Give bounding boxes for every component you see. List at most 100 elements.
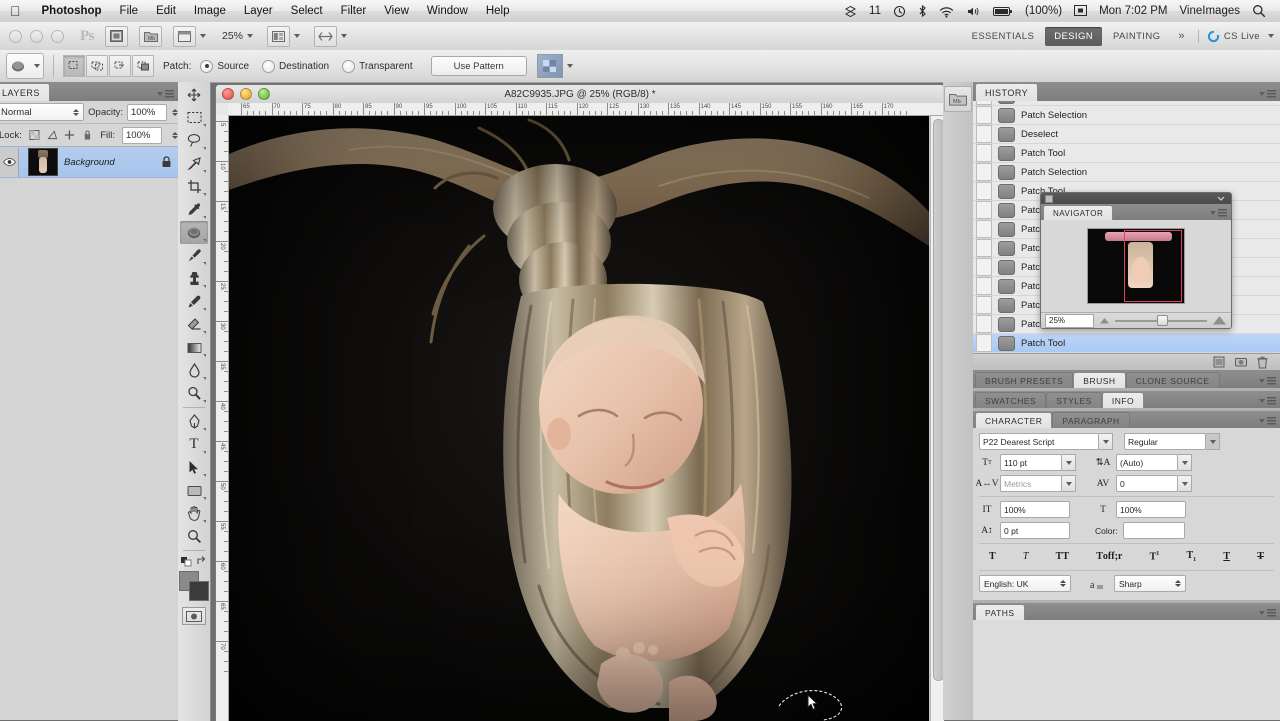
menu-image[interactable]: Image (185, 0, 235, 22)
kerning-field[interactable]: Metrics (1000, 475, 1062, 492)
tool-blur-tool[interactable] (180, 359, 208, 382)
tool-dodge-tool[interactable] (180, 382, 208, 405)
tab-paths[interactable]: PATHS (975, 604, 1025, 620)
bluetooth-icon[interactable] (912, 4, 933, 18)
menu-window[interactable]: Window (418, 0, 477, 22)
canvas-vertical-scrollbar[interactable] (930, 116, 944, 721)
navigator-zoom-slider[interactable] (1115, 315, 1207, 327)
tool-crop-tool[interactable] (180, 175, 208, 198)
language-select[interactable]: English: UK (979, 575, 1071, 592)
history-snapshot-checkbox[interactable] (976, 106, 992, 124)
checkbox-transparent[interactable] (342, 60, 355, 73)
opacity-stepper-icon[interactable] (169, 109, 178, 116)
tool-pen-tool[interactable] (180, 410, 208, 433)
history-snapshot-checkbox[interactable] (976, 334, 992, 352)
kerning-chevron-down-icon[interactable] (1062, 475, 1076, 492)
close-button[interactable] (9, 30, 22, 43)
history-snapshot-checkbox[interactable] (976, 182, 992, 200)
lock-transparency-icon[interactable] (29, 129, 40, 141)
patch-tool-icon[interactable] (6, 53, 44, 79)
zoom-in-icon[interactable] (1212, 315, 1227, 326)
antialias-select[interactable]: Sharp (1114, 575, 1186, 592)
new-snapshot-icon[interactable] (1235, 356, 1247, 368)
battery-icon[interactable] (987, 6, 1019, 17)
character-panel-menu-icon[interactable] (1255, 417, 1276, 425)
tool-hand-tool[interactable] (180, 502, 208, 525)
image-canvas[interactable] (229, 116, 929, 721)
brush-panel-menu-icon[interactable] (1255, 377, 1276, 385)
add-to-selection-icon[interactable] (86, 55, 108, 77)
tracking-chevron-down-icon[interactable] (1178, 475, 1192, 492)
strikethrough-icon[interactable]: T (1257, 551, 1264, 562)
document-title-bar[interactable]: A82C9935.JPG @ 25% (RGB/8) * (216, 85, 944, 104)
layer-name[interactable]: Background (64, 157, 115, 168)
blend-mode-stepper-icon[interactable] (70, 109, 79, 116)
menu-layer[interactable]: Layer (235, 0, 282, 22)
workspace-essentials[interactable]: ESSENTIALS (963, 27, 1044, 46)
view-extras-icon[interactable] (173, 26, 196, 47)
tab-history[interactable]: HISTORY (975, 83, 1038, 101)
zoom-chevron-down-icon[interactable] (247, 34, 253, 38)
new-selection-icon[interactable] (63, 55, 85, 77)
color-swatches[interactable] (179, 571, 209, 601)
tool-rectangular-marquee-tool[interactable] (180, 106, 208, 129)
layer-visibility-toggle[interactable] (0, 148, 19, 177)
arrange-documents-icon[interactable] (314, 26, 337, 47)
font-family-field[interactable]: P22 Dearest Script (979, 433, 1099, 450)
patch-destination-radio[interactable]: Destination (262, 60, 329, 73)
history-panel-menu-icon[interactable] (1255, 90, 1276, 98)
menu-filter[interactable]: Filter (332, 0, 376, 22)
fill-stepper-icon[interactable] (169, 132, 178, 139)
history-snapshot-checkbox[interactable] (976, 163, 992, 181)
language-stepper-icon[interactable] (1056, 580, 1066, 587)
history-snapshot-checkbox[interactable] (976, 315, 992, 333)
radio-dot-destination[interactable] (262, 60, 275, 73)
history-state-row[interactable]: Patch Tool (973, 144, 1280, 163)
tab-swatches[interactable]: SWATCHES (975, 392, 1046, 408)
navigator-title-bar[interactable] (1041, 193, 1231, 204)
tool-horizontal-type-tool[interactable]: T (180, 433, 208, 456)
menu-help[interactable]: Help (477, 0, 519, 22)
dropbox-icon[interactable] (838, 5, 863, 18)
menu-view[interactable]: View (375, 0, 418, 22)
info-panel-menu-icon[interactable] (1255, 397, 1276, 405)
cs-live-button[interactable]: CS Live (1198, 30, 1274, 43)
history-state-row[interactable]: Patch Tool (973, 334, 1280, 353)
wifi-icon[interactable] (933, 5, 960, 18)
patch-source-radio[interactable]: Source (200, 60, 249, 73)
paths-panel-body[interactable] (973, 620, 1280, 720)
tool-gradient-tool[interactable] (180, 336, 208, 359)
lock-image-icon[interactable] (47, 129, 58, 141)
background-color-swatch[interactable] (189, 581, 209, 601)
menu-edit[interactable]: Edit (147, 0, 185, 22)
user-name[interactable]: VineImages (1173, 5, 1246, 17)
use-pattern-button[interactable]: Use Pattern (431, 56, 527, 76)
tab-brush-presets[interactable]: BRUSH PRESETS (975, 372, 1073, 388)
menu-photoshop[interactable]: Photoshop (33, 0, 111, 22)
opacity-field[interactable]: 100% (127, 104, 167, 121)
navigator-panel-menu-icon[interactable] (1206, 209, 1227, 217)
small-caps-icon[interactable]: Toff;r (1096, 551, 1122, 562)
font-style-chevron-down-icon[interactable] (1206, 433, 1220, 450)
workspace-design[interactable]: DESIGN (1045, 27, 1102, 46)
history-state-row[interactable]: Patch Selection (973, 106, 1280, 125)
leading-chevron-down-icon[interactable] (1178, 454, 1192, 471)
arrange-chevron-down-icon[interactable] (341, 34, 347, 38)
zoom-button[interactable] (51, 30, 64, 43)
tool-move-tool[interactable] (180, 83, 208, 106)
fill-field[interactable]: 100% (122, 127, 162, 144)
tool-path-selection-tool[interactable] (180, 456, 208, 479)
layers-panel-menu-icon[interactable] (153, 90, 174, 98)
tab-layers[interactable]: LAYERS (0, 83, 50, 101)
tab-brush[interactable]: BRUSH (1073, 372, 1125, 388)
paths-panel-menu-icon[interactable] (1255, 609, 1276, 617)
tool-zoom-tool[interactable] (180, 525, 208, 548)
screen-mode-icon[interactable] (267, 26, 290, 47)
tool-clone-stamp-tool[interactable] (180, 267, 208, 290)
antialias-stepper-icon[interactable] (1171, 580, 1181, 587)
tool-eraser-tool[interactable] (180, 313, 208, 336)
spotlight-search-icon[interactable] (1246, 4, 1272, 18)
history-snapshot-checkbox[interactable] (976, 239, 992, 257)
default-colors-icon[interactable] (181, 555, 193, 567)
patch-transparent-checkbox[interactable]: Transparent (342, 60, 413, 73)
